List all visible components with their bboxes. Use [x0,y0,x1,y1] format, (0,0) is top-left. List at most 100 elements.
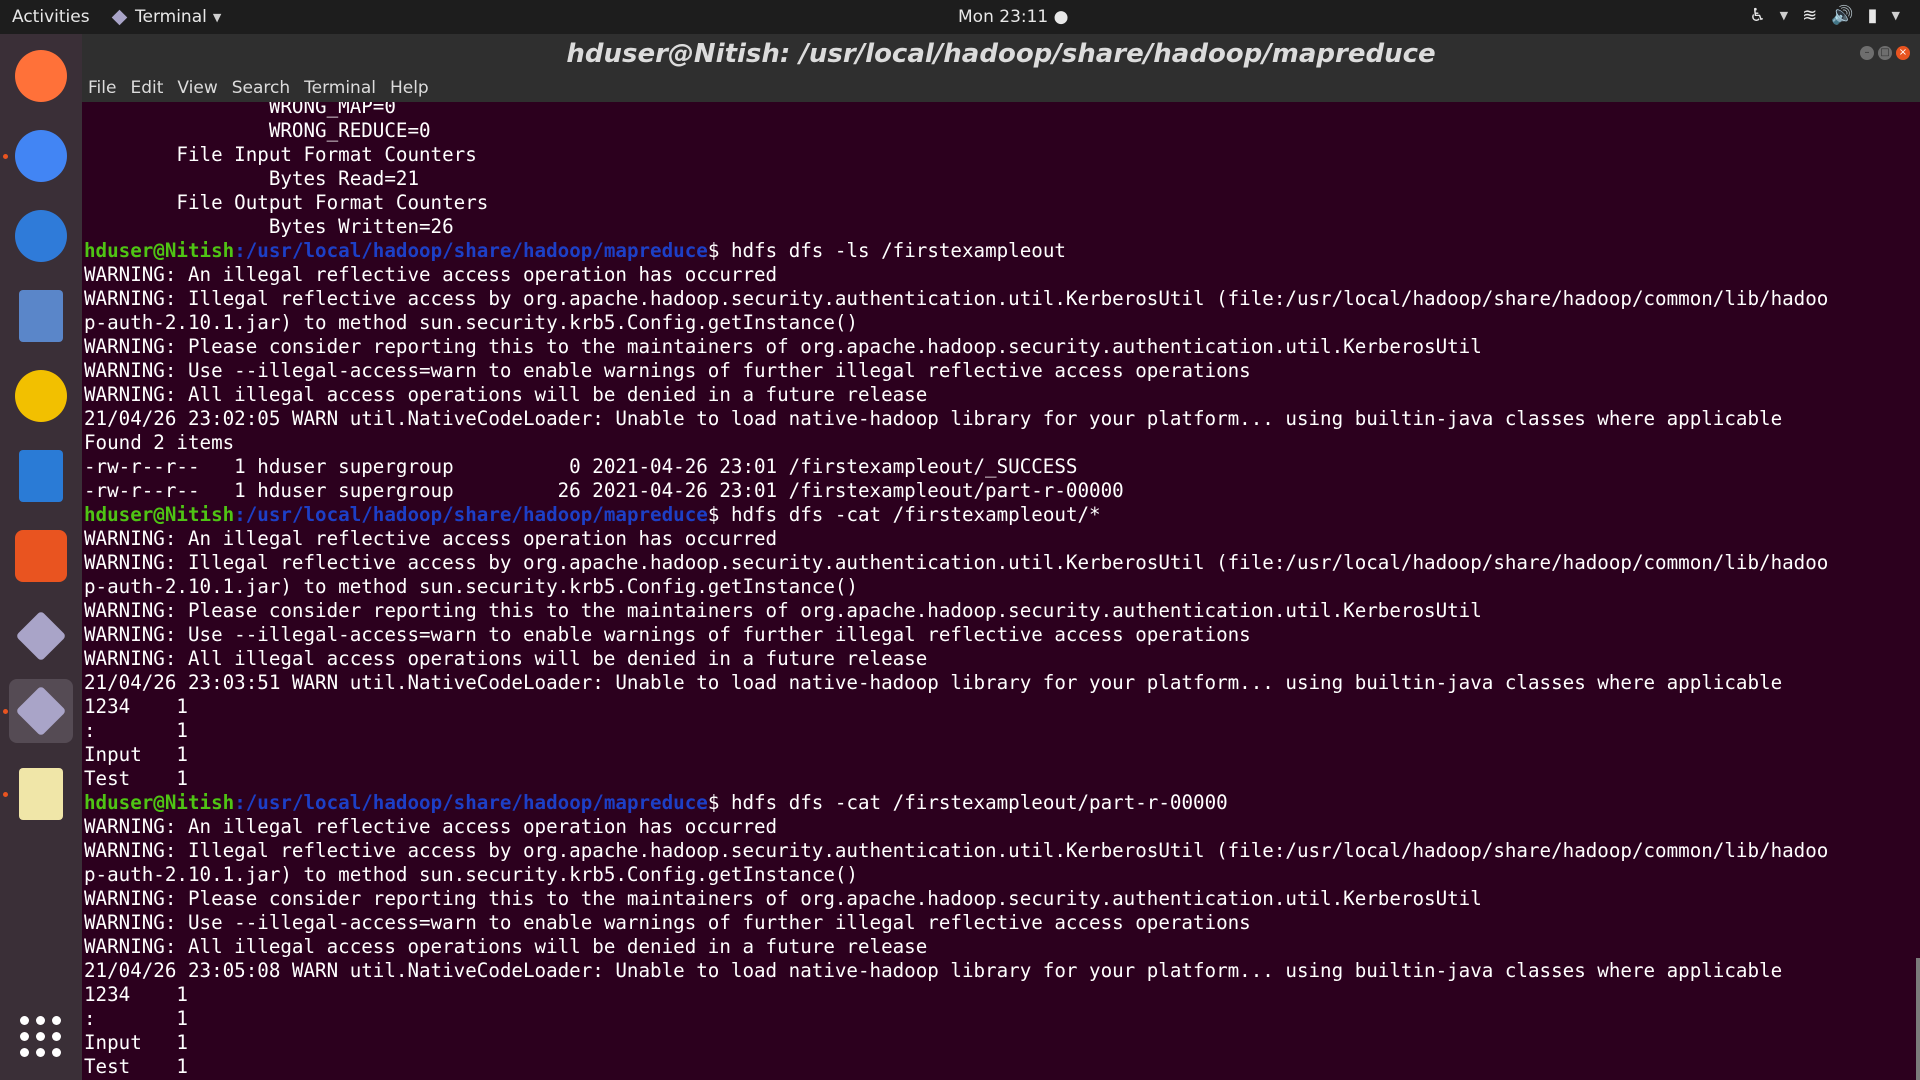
dock-rhythmbox-launcher[interactable] [9,364,73,428]
output-line: : 1 [84,1007,188,1030]
output-line: 21/04/26 23:02:05 WARN util.NativeCodeLo… [84,407,1783,430]
terminal-icon [15,610,67,662]
output-line: Input 1 [84,743,188,766]
prompt-line: hduser@Nitish:/usr/local/hadoop/share/ha… [84,791,1828,815]
grid-dot-icon [52,1032,61,1041]
thunderbird-icon [15,210,67,262]
system-tray[interactable]: ♿ ▼ ≋ 🔊 ▮ ▼ [1750,5,1901,26]
dock-thunderbird-launcher[interactable] [9,204,73,268]
grid-dot-icon [20,1032,29,1041]
activities-button[interactable]: Activities [12,7,90,27]
terminal-viewport[interactable]: WRONG_MAP=0 WRONG_REDUCE=0 File Input Fo… [82,102,1920,1080]
output-line: WARNING: Illegal reflective access by or… [84,551,1829,574]
rhythmbox-icon [15,370,67,422]
terminal-app-icon [111,9,128,25]
output-line: p-auth-2.10.1.jar) to method sun.securit… [84,863,858,886]
ubuntu-software-icon [15,530,67,582]
menu-item-search[interactable]: Search [232,78,290,98]
prompt-symbol: $ [707,791,731,814]
output-line: WARNING: Use --illegal-access=warn to en… [84,359,1251,382]
output-line: WARNING: Please consider reporting this … [84,599,1482,622]
scrollbar[interactable] [1916,958,1920,1080]
terminal-output[interactable]: WRONG_MAP=0 WRONG_REDUCE=0 File Input Fo… [84,102,1828,1079]
output-line: WARNING: An illegal reflective access op… [84,263,778,286]
window-title: hduser@Nitish: /usr/local/hadoop/share/h… [82,34,1920,74]
close-button[interactable]: × [1896,46,1910,60]
dock-libreoffice-writer-launcher[interactable] [9,444,73,508]
dock-files-launcher[interactable] [9,284,73,348]
chevron-down-icon[interactable]: ▼ [1780,9,1788,22]
output-line: WARNING: Illegal reflective access by or… [84,287,1829,310]
output-line: Bytes Read=21 [84,167,420,190]
menu-item-file[interactable]: File [88,78,116,98]
chrome-icon [15,130,67,182]
battery-icon[interactable]: ▮ [1868,5,1878,26]
prompt-symbol: $ [707,503,731,526]
output-line: WARNING: Please consider reporting this … [84,335,1482,358]
output-line: 1234 1 [84,695,188,718]
running-indicator [3,709,8,714]
prompt-line: hduser@Nitish:/usr/local/hadoop/share/ha… [84,239,1828,263]
output-line: p-auth-2.10.1.jar) to method sun.securit… [84,311,858,334]
running-indicator [3,792,8,797]
prompt-path: :/usr/local/hadoop/share/hadoop/mapreduc… [234,791,708,814]
app-menu-terminal[interactable]: Terminal ▼ [111,7,222,27]
output-line: Bytes Written=26 [84,215,454,238]
grid-dot-icon [20,1048,29,1057]
dock-firefox-launcher[interactable] [9,44,73,108]
output-line: Test 1 [84,1055,188,1078]
output-line: 21/04/26 23:05:08 WARN util.NativeCodeLo… [84,959,1783,982]
minimize-button[interactable]: – [1860,46,1874,60]
accessibility-icon[interactable]: ♿ [1750,5,1766,26]
output-line: WRONG_REDUCE=0 [84,119,431,142]
menu-item-terminal[interactable]: Terminal [304,78,376,98]
menu-bar: File Edit View Search Terminal Help [82,74,1920,102]
grid-dot-icon [52,1048,61,1057]
prompt-path: :/usr/local/hadoop/share/hadoop/mapreduc… [234,503,708,526]
wifi-icon[interactable]: ≋ [1802,5,1817,26]
dock-terminal-launcher[interactable] [9,604,73,668]
chevron-down-icon[interactable]: ▼ [1892,9,1900,22]
output-line: WARNING: An illegal reflective access op… [84,815,778,838]
volume-icon[interactable]: 🔊 [1831,5,1853,26]
output-line: WARNING: An illegal reflective access op… [84,527,778,550]
dock-terminal-active-launcher[interactable] [9,679,73,743]
prompt-symbol: $ [707,239,731,262]
output-line: File Output Format Counters [84,191,489,214]
prompt-user: hduser@Nitish [84,503,235,526]
dock-text-editor-launcher[interactable] [9,762,73,826]
output-line: WRONG_MAP=0 [84,102,396,118]
output-line: WARNING: All illegal access operations w… [84,935,928,958]
prompt-user: hduser@Nitish [84,791,235,814]
menu-item-view[interactable]: View [177,78,217,98]
output-line: WARNING: Illegal reflective access by or… [84,839,1829,862]
show-applications-button[interactable] [20,1016,62,1058]
libreoffice-writer-icon [19,450,63,502]
output-line: WARNING: Please consider reporting this … [84,887,1482,910]
output-line: 1234 1 [84,983,188,1006]
dock-ubuntu-software-launcher[interactable] [9,524,73,588]
output-line: WARNING: All illegal access operations w… [84,647,928,670]
output-line: WARNING: Use --illegal-access=warn to en… [84,623,1251,646]
grid-dot-icon [52,1016,61,1025]
maximize-button[interactable]: □ [1878,46,1892,60]
dock [0,34,82,1080]
clock[interactable]: Mon 23:11 ● [958,7,1068,27]
output-line: Input 1 [84,1031,188,1054]
firefox-icon [15,50,67,102]
menu-item-edit[interactable]: Edit [130,78,163,98]
grid-dot-icon [36,1032,45,1041]
chevron-down-icon: ▼ [212,10,222,24]
prompt-path: :/usr/local/hadoop/share/hadoop/mapreduc… [234,239,708,262]
command-text: hdfs dfs -cat /firstexampleout/part-r-00… [730,791,1228,814]
top-bar: Activities Terminal ▼ Mon 23:11 ● ♿ ▼ ≋ … [0,0,1920,34]
output-line: p-auth-2.10.1.jar) to method sun.securit… [84,575,858,598]
dock-chrome-launcher[interactable] [9,124,73,188]
app-menu-label: Terminal [135,7,207,27]
terminal-active-icon [15,685,67,737]
output-line: WARNING: Use --illegal-access=warn to en… [84,911,1251,934]
menu-item-help[interactable]: Help [390,78,429,98]
output-line: 21/04/26 23:03:51 WARN util.NativeCodeLo… [84,671,1783,694]
output-line: -rw-r--r-- 1 hduser supergroup 0 2021-04… [84,455,1078,478]
output-line: -rw-r--r-- 1 hduser supergroup 26 2021-0… [84,479,1124,502]
